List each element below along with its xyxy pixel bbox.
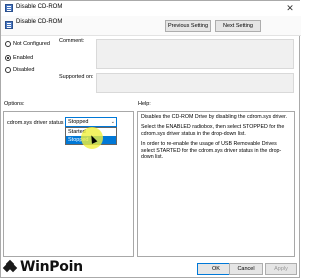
comment-label: Comment: [59, 38, 85, 44]
help-label: Help: [138, 101, 151, 107]
supported-on-label: Supported on: [59, 74, 94, 80]
policy-setting-icon [5, 21, 13, 29]
help-panel: Disables the CD-ROM Drive by disabling t… [137, 111, 295, 257]
apply-button[interactable]: Apply [265, 263, 297, 275]
options-label: Options: [4, 101, 25, 107]
window-title: Disable CD-ROM [16, 4, 63, 10]
radio-label: Disabled [13, 67, 35, 73]
winpoin-logo: WinPoin [2, 259, 83, 275]
help-paragraph: Select the ENABLED radiobox, then select… [141, 124, 285, 137]
next-setting-button[interactable]: Next Setting [215, 20, 261, 32]
title-bar: Disable CD-ROM ✕ [1, 1, 301, 16]
help-paragraph: In order to re-enable the usage of USB R… [141, 141, 282, 161]
previous-setting-button[interactable]: Previous Setting [165, 20, 211, 32]
cancel-button[interactable]: Cancel [229, 263, 263, 275]
radio-indicator[interactable] [5, 41, 11, 47]
radio-enabled[interactable]: Enabled [5, 55, 33, 61]
radio-indicator-checked[interactable] [5, 55, 11, 61]
radio-disabled[interactable]: Disabled [5, 67, 34, 73]
driver-status-label: cdrom.sys driver status [7, 120, 64, 126]
comment-textarea[interactable] [96, 39, 294, 69]
driver-status-select[interactable]: Stopped ⌄ [65, 117, 117, 127]
help-paragraph: Disables the CD-ROM Drive by disabling t… [141, 114, 288, 120]
radio-indicator[interactable] [5, 67, 11, 73]
radio-label: Enabled [13, 55, 34, 61]
policy-name: Disable CD-ROM [16, 19, 63, 25]
chevron-down-icon[interactable]: ⌄ [111, 118, 115, 126]
close-icon[interactable]: ✕ [285, 3, 295, 13]
policy-dialog: Disable CD-ROM ✕ Disable CD-ROM Previous… [0, 0, 301, 278]
winpoin-logo-mark-icon [2, 259, 18, 274]
select-value: Stopped [68, 119, 89, 125]
options-panel: cdrom.sys driver status Stopped ⌄ Starte… [3, 111, 134, 257]
supported-on-field [96, 73, 294, 93]
radio-not-configured[interactable]: Not Configured [5, 41, 50, 47]
policy-app-icon [5, 4, 13, 12]
winpoin-logo-text: WinPoin [20, 259, 83, 275]
radio-label: Not Configured [13, 41, 50, 47]
